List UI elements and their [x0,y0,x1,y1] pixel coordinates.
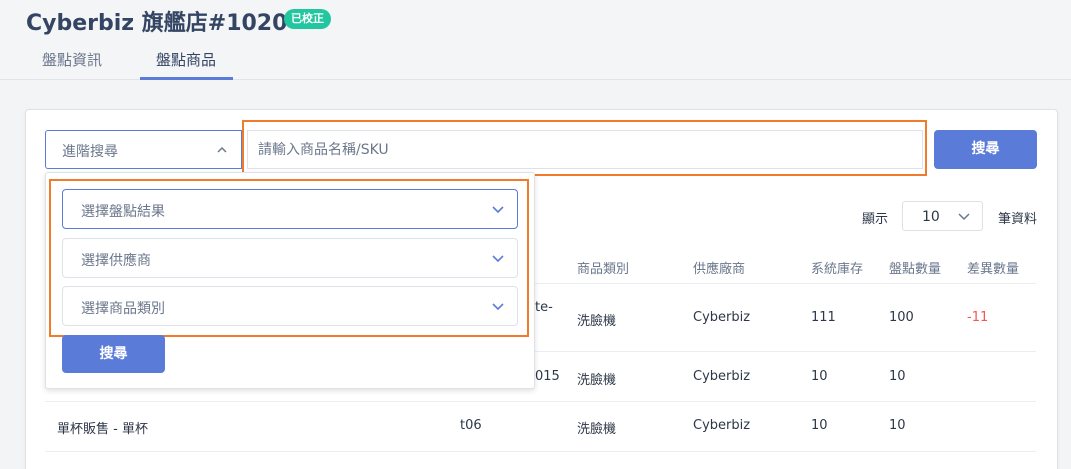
table-cell-supplier: Cyberbiz [693,418,751,433]
show-label: 顯示 [862,212,889,227]
table-divider [45,451,1036,452]
tab-inventory-info[interactable]: 盤點資訊 [42,49,102,70]
table-divider [45,401,1036,402]
table-cell-system-stock: 10 [811,418,828,433]
column-header-category: 商品類別 [577,262,630,277]
table-cell-supplier: Cyberbiz [693,369,751,384]
active-tab-indicator [140,77,233,80]
column-header-counted-qty: 盤點數量 [889,262,942,277]
table-cell-system-stock: 10 [811,369,828,384]
table-cell-sku: 015 [535,369,560,384]
records-label: 筆資料 [998,212,1038,227]
table-cell-supplier: Cyberbiz [693,310,751,325]
table-cell-diff-qty: -11 [967,310,989,325]
table-cell-counted-qty: 10 [889,369,906,384]
supplier-placeholder: 選擇供應商 [81,253,151,269]
chevron-up-icon [217,146,227,153]
search-input[interactable] [247,130,923,169]
table-cell-system-stock: 111 [811,310,836,325]
page-title: Cyberbiz 旗艦店#1020 [26,11,288,36]
category-placeholder: 選擇商品類別 [81,301,165,317]
chevron-down-icon [492,303,504,311]
table-cell-counted-qty: 100 [889,310,914,325]
status-badge: 已校正 [284,9,331,29]
table-cell-product-name: 單杯販售 - 單杯 [57,422,148,437]
table-cell-counted-qty: 10 [889,418,906,433]
category-select[interactable]: 選擇商品類別 [62,286,518,326]
chevron-down-icon [958,213,970,221]
advanced-search-toggle[interactable]: 進階搜尋 [45,130,242,169]
per-page-select[interactable]: 10 [902,201,983,231]
table-cell-category: 洗臉機 [577,373,617,388]
per-page-value: 10 [922,209,940,225]
advanced-search-label: 進階搜尋 [62,144,118,160]
column-header-diff-qty: 差異數量 [967,262,1020,277]
tab-inventory-products[interactable]: 盤點商品 [156,49,216,70]
column-header-supplier: 供應廠商 [693,262,746,277]
supplier-select[interactable]: 選擇供應商 [62,238,518,278]
table-cell-sku: t06 [460,418,482,433]
search-button[interactable]: 搜尋 [934,130,1037,169]
inventory-result-select[interactable]: 選擇盤點結果 [62,189,518,229]
table-cell-category: 洗臉機 [577,314,617,329]
filter-search-button[interactable]: 搜尋 [62,335,165,373]
page-header: Cyberbiz 旗艦店#1020 已校正 盤點資訊 盤點商品 [0,0,1071,80]
chevron-down-icon [492,255,504,263]
chevron-down-icon [492,206,504,214]
inventory-result-placeholder: 選擇盤點結果 [81,204,165,220]
table-cell-sku: te- [535,300,553,315]
table-cell-category: 洗臉機 [577,422,617,437]
column-header-system-stock: 系統庫存 [811,262,864,277]
